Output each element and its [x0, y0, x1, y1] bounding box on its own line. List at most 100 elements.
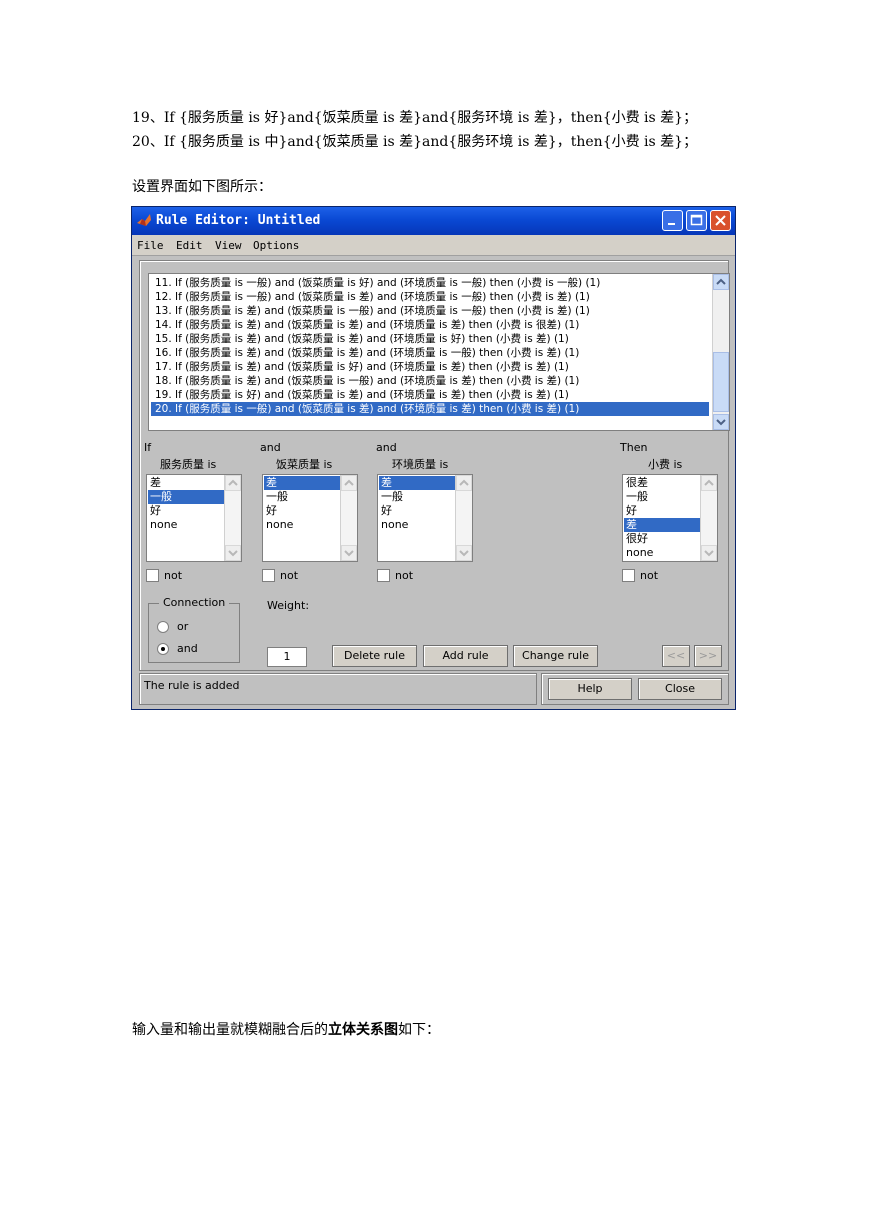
rule-item-16[interactable]: 16. If (服务质量 is 差) and (饭菜质量 is 差) and (…	[151, 346, 709, 360]
environment-quality-label: 环境质量 is	[392, 458, 449, 471]
connection-and-radio[interactable]	[157, 643, 169, 655]
environment-not-label: not	[395, 569, 414, 582]
tip-option-none[interactable]: none	[624, 546, 700, 560]
food-not-checkbox[interactable]	[262, 569, 275, 582]
menu-bar: File Edit View Options	[132, 235, 735, 256]
tip-option-average[interactable]: 一般	[624, 490, 700, 504]
environment-option-none[interactable]: none	[379, 518, 455, 532]
close-button[interactable]: Close	[638, 678, 722, 700]
chevron-down-icon	[344, 550, 354, 557]
close-icon	[715, 215, 726, 226]
rule-item-19[interactable]: 19. If (服务质量 is 好) and (饭菜质量 is 差) and (…	[151, 388, 709, 402]
scroll-down-button[interactable]	[341, 545, 357, 561]
scroll-down-button[interactable]	[456, 545, 472, 561]
scroll-up-button[interactable]	[701, 475, 717, 491]
food-quality-listbox[interactable]: 差 一般 好 none	[262, 474, 358, 562]
dialog-button-frame: Help Close	[541, 673, 729, 705]
doc-outro-bold: 立体关系图	[328, 1022, 398, 1038]
menu-options[interactable]: Options	[253, 239, 299, 252]
scroll-down-button[interactable]	[713, 414, 729, 430]
service-option-poor[interactable]: 差	[148, 476, 224, 490]
connection-or-radio[interactable]	[157, 621, 169, 633]
environment-option-average[interactable]: 一般	[379, 490, 455, 504]
food-option-average[interactable]: 一般	[264, 490, 340, 504]
environment-option-good[interactable]: 好	[379, 504, 455, 518]
rule-item-14[interactable]: 14. If (服务质量 is 差) and (饭菜质量 is 差) and (…	[151, 318, 709, 332]
rule-item-15[interactable]: 15. If (服务质量 is 差) and (饭菜质量 is 差) and (…	[151, 332, 709, 346]
next-button[interactable]: >>	[694, 645, 722, 667]
food-option-poor[interactable]: 差	[264, 476, 340, 490]
rule-item-18[interactable]: 18. If (服务质量 is 差) and (饭菜质量 is 一般) and …	[151, 374, 709, 388]
tip-listbox-scrollbar[interactable]	[700, 475, 717, 561]
weight-label: Weight:	[267, 599, 310, 612]
rule-list-scrollbar[interactable]	[712, 274, 729, 430]
service-option-average[interactable]: 一般	[148, 490, 224, 504]
delete-rule-button[interactable]: Delete rule	[332, 645, 417, 667]
menu-view[interactable]: View	[215, 239, 242, 252]
food-option-good[interactable]: 好	[264, 504, 340, 518]
rule-item-17[interactable]: 17. If (服务质量 is 差) and (饭菜质量 is 好) and (…	[151, 360, 709, 374]
title-bar[interactable]: Rule Editor: Untitled	[132, 207, 735, 235]
service-listbox-scrollbar[interactable]	[224, 475, 241, 561]
status-bar: The rule is added	[139, 673, 537, 705]
menu-edit[interactable]: Edit	[176, 239, 203, 252]
environment-not-checkbox[interactable]	[377, 569, 390, 582]
chevron-up-icon	[344, 479, 354, 486]
tip-option-good[interactable]: 好	[624, 504, 700, 518]
environment-option-poor[interactable]: 差	[379, 476, 455, 490]
chevron-down-icon	[716, 419, 726, 426]
service-not-checkbox[interactable]	[146, 569, 159, 582]
previous-button[interactable]: <<	[662, 645, 690, 667]
chevron-down-icon	[228, 550, 238, 557]
rule-list[interactable]: 11. If (服务质量 is 一般) and (饭菜质量 is 好) and …	[148, 273, 730, 431]
scroll-up-button[interactable]	[225, 475, 241, 491]
help-button[interactable]: Help	[548, 678, 632, 700]
close-window-button[interactable]	[710, 210, 731, 231]
connection-group: Connection or and	[148, 596, 240, 663]
menu-file[interactable]: File	[137, 239, 164, 252]
rule-item-11[interactable]: 11. If (服务质量 is 一般) and (饭菜质量 is 好) and …	[151, 276, 709, 290]
then-label: Then	[620, 441, 648, 454]
scroll-thumb[interactable]	[713, 352, 729, 412]
chevron-down-icon	[704, 550, 714, 557]
doc-intro: 设置界面如下图所示：	[132, 179, 272, 195]
doc-outro-prefix: 输入量和输出量就模糊融合后的	[132, 1022, 328, 1038]
doc-rule-19: 19、If {服务质量 is 好}and{饭菜质量 is 差}and{服务环境 …	[132, 110, 698, 126]
food-option-none[interactable]: none	[264, 518, 340, 532]
scroll-down-button[interactable]	[701, 545, 717, 561]
matlab-logo-icon	[137, 214, 151, 226]
service-option-good[interactable]: 好	[148, 504, 224, 518]
tip-option-very-good[interactable]: 很好	[624, 532, 700, 546]
maximize-button[interactable]	[686, 210, 707, 231]
rule-item-12[interactable]: 12. If (服务质量 is 一般) and (饭菜质量 is 差) and …	[151, 290, 709, 304]
service-not-label: not	[164, 569, 183, 582]
minimize-icon	[668, 223, 675, 225]
scroll-down-button[interactable]	[225, 545, 241, 561]
service-quality-listbox[interactable]: 差 一般 好 none	[146, 474, 242, 562]
food-quality-label: 饭菜质量 is	[276, 458, 333, 471]
scroll-up-button[interactable]	[456, 475, 472, 491]
environment-quality-listbox[interactable]: 差 一般 好 none	[377, 474, 473, 562]
maximize-icon	[690, 214, 703, 226]
environment-listbox-scrollbar[interactable]	[455, 475, 472, 561]
connection-title: Connection	[159, 596, 230, 609]
scroll-up-button[interactable]	[713, 274, 729, 290]
rule-item-13[interactable]: 13. If (服务质量 is 差) and (饭菜质量 is 一般) and …	[151, 304, 709, 318]
add-rule-button[interactable]: Add rule	[423, 645, 508, 667]
and-label-2: and	[376, 441, 397, 454]
tip-listbox[interactable]: 很差 一般 好 差 很好 none	[622, 474, 718, 562]
rule-item-20[interactable]: 20. If (服务质量 is 一般) and (饭菜质量 is 差) and …	[151, 402, 709, 416]
change-rule-button[interactable]: Change rule	[513, 645, 598, 667]
scroll-up-button[interactable]	[341, 475, 357, 491]
chevron-up-icon	[228, 479, 238, 486]
tip-not-checkbox[interactable]	[622, 569, 635, 582]
chevron-up-icon	[459, 479, 469, 486]
minimize-button[interactable]	[662, 210, 683, 231]
if-label: If	[144, 441, 152, 454]
service-option-none[interactable]: none	[148, 518, 224, 532]
food-listbox-scrollbar[interactable]	[340, 475, 357, 561]
tip-option-poor[interactable]: 差	[624, 518, 700, 532]
tip-option-very-poor[interactable]: 很差	[624, 476, 700, 490]
weight-input[interactable]: 1	[267, 647, 307, 667]
chevron-down-icon	[459, 550, 469, 557]
